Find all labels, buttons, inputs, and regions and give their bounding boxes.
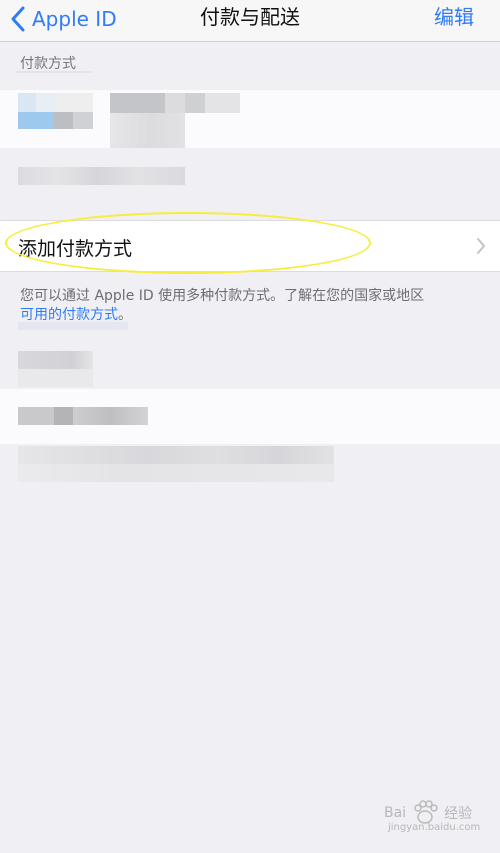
payment-section-header: 付款方式 — [20, 56, 76, 72]
section-header-underline — [16, 71, 92, 73]
blurred-footer-text — [18, 446, 334, 464]
info-suffix: 。 — [118, 307, 132, 323]
payment-info-text: 您可以通过 Apple ID 使用多种付款方式。了解在您的国家或地区 可用的付款… — [20, 287, 490, 325]
blurred-card-info — [110, 93, 240, 113]
watermark-subtitle: jingyan.baidu.com — [388, 822, 481, 833]
add-payment-method-label: 添加付款方式 — [18, 238, 133, 260]
info-text: 您可以通过 Apple ID 使用多种付款方式。了解在您的国家或地区 — [20, 288, 425, 304]
shipping-address-card[interactable] — [0, 389, 500, 444]
watermark-left: Bai — [384, 805, 407, 821]
blurred-card-info-2 — [110, 113, 185, 148]
watermark-right: 经验 — [444, 806, 473, 822]
chevron-right-icon — [477, 238, 485, 254]
available-payment-methods-link[interactable]: 可用的付款方式 — [20, 307, 118, 323]
add-payment-method-row[interactable]: 添加付款方式 — [0, 220, 500, 272]
edit-button[interactable]: 编辑 — [434, 3, 474, 31]
blurred-section-header — [18, 351, 93, 369]
payment-method-card[interactable] — [0, 90, 500, 148]
navigation-bar: Apple ID 付款与配送 编辑 — [0, 0, 500, 42]
link-underline-blur — [18, 322, 128, 330]
blurred-footer-text-2 — [18, 464, 334, 482]
page-title: 付款与配送 — [200, 5, 300, 29]
blurred-text-line — [18, 167, 185, 185]
blurred-card-image-strip — [18, 112, 93, 129]
blurred-address-line — [18, 407, 148, 425]
blurred-section-header-2 — [18, 369, 93, 387]
